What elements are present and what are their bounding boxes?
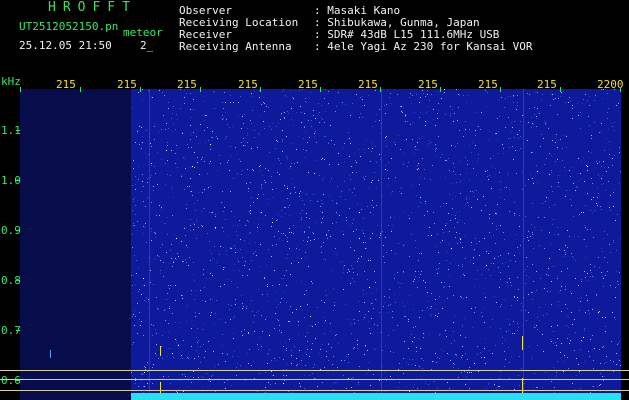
counter: 2_ <box>140 39 154 52</box>
reference-line <box>0 379 629 380</box>
antenna-label: Receiving Antenna <box>179 40 292 53</box>
reference-line <box>0 390 629 391</box>
meteor-echo-mark <box>522 378 523 394</box>
meteor-echo-mark <box>50 350 51 358</box>
meteor-echo-mark <box>160 346 161 356</box>
reference-line <box>0 370 629 371</box>
timestamp: 25.12.05 21:50 <box>19 39 112 52</box>
signal-level-bar <box>131 393 621 400</box>
meteor-echo-mark <box>522 336 523 350</box>
app-logo: HROFFT <box>48 0 137 15</box>
antenna-value: : 4ele Yagi Az 230 for Kansai VOR <box>314 40 533 53</box>
file-name: UT2512052150.pn <box>19 20 119 33</box>
meteor-label: meteor <box>123 26 163 39</box>
axis-tick-marks <box>16 87 621 381</box>
